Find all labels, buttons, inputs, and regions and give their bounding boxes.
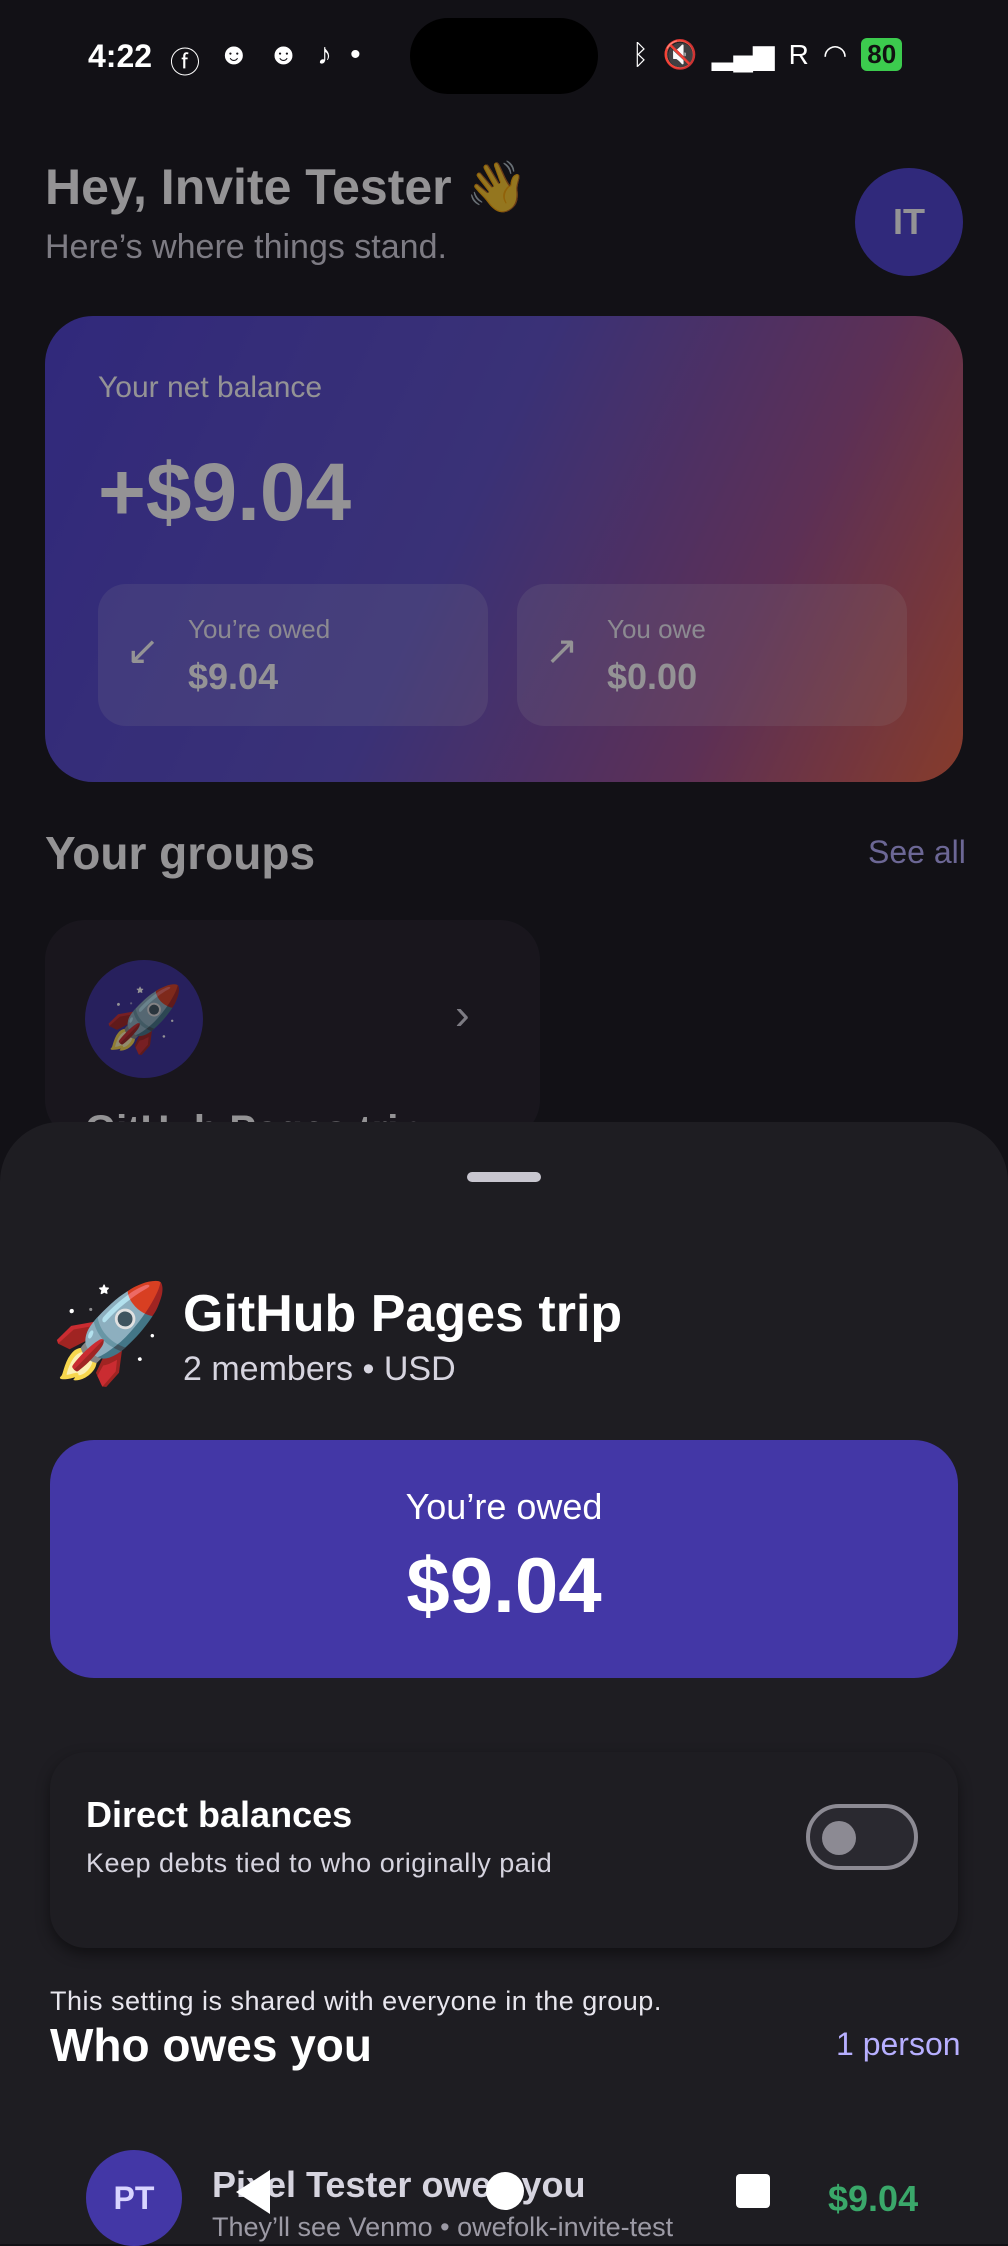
signal-icon: ▂▄▆ <box>711 39 775 70</box>
status-time: 4:22 <box>88 38 153 74</box>
dot-icon: • <box>350 38 361 71</box>
who-owes-you-title: Who owes you <box>50 2019 372 2071</box>
direct-balances-toggle[interactable] <box>806 1804 918 1870</box>
nav-back-icon[interactable] <box>236 2170 270 2214</box>
debt-row-subtitle: They’ll see Venmo • owefolk-invite-test <box>212 2212 674 2242</box>
net-balance-card: Your net balance +$9.04 ↙ You’re owed $9… <box>45 316 963 782</box>
youre-owed-label: You’re owed <box>188 614 331 644</box>
group-card[interactable]: 🚀 › GitHub Pages trip <box>45 920 540 1140</box>
group-balance-value: $9.04 <box>406 1541 602 1629</box>
group-subtitle: 2 members • USD <box>183 1350 456 1388</box>
toggle-knob <box>822 1821 856 1855</box>
arrow-up-right-icon: ↗ <box>545 629 579 673</box>
mute-icon: 🔇 <box>662 39 698 70</box>
camera-cutout <box>410 18 598 94</box>
nav-home-icon[interactable] <box>486 2172 524 2210</box>
debt-row-amount: $9.04 <box>828 2178 919 2219</box>
direct-balances-setting: Direct balances Keep debts tied to who o… <box>50 1752 958 1948</box>
bluetooth-icon: ᛒ <box>632 38 649 70</box>
sheet-drag-handle[interactable] <box>467 1172 541 1182</box>
net-balance-label: Your net balance <box>98 371 323 404</box>
tiktok-icon: ♪ <box>317 38 333 71</box>
owes-count: 1 person <box>836 2026 961 2062</box>
youre-owed-tile: ↙ You’re owed $9.04 <box>98 584 488 726</box>
you-owe-value: $0.00 <box>607 656 698 697</box>
debtor-avatar: PT <box>86 2150 182 2246</box>
discord-icon: ☻ <box>267 38 300 71</box>
status-bar: 4:22 ⓕ ☻ ☻ ♪ • ᛒ 🔇 ▂▄▆ R ◠ 80 <box>0 0 1008 110</box>
trip-emoji: 🚀 <box>50 1280 170 1387</box>
facebook-icon: ⓕ <box>170 47 200 80</box>
arrow-down-left-icon: ↙ <box>126 629 160 673</box>
greeting-title: Hey, Invite Tester 👋 <box>45 159 528 215</box>
you-owe-label: You owe <box>607 614 706 644</box>
group-title: GitHub Pages trip <box>183 1285 623 1343</box>
net-balance-value: +$9.04 <box>98 447 352 538</box>
direct-balances-title: Direct balances <box>86 1794 353 1835</box>
group-detail-sheet: 🚀 GitHub Pages trip 2 members • USD You’… <box>0 1122 1008 2244</box>
system-icons: ᛒ 🔇 ▂▄▆ R ◠ 80 <box>632 38 903 71</box>
you-owe-tile: ↗ You owe $0.00 <box>517 584 907 726</box>
greeting-subtitle: Here’s where things stand. <box>45 228 447 266</box>
notification-icons: ⓕ ☻ ☻ ♪ • <box>170 38 361 82</box>
direct-balances-description: Keep debts tied to who originally paid <box>86 1848 553 1878</box>
discord-icon: ☻ <box>218 38 250 71</box>
roaming-indicator: R <box>788 38 809 70</box>
group-balance-label: You’re owed <box>405 1486 603 1527</box>
group-balance-card: You’re owed $9.04 <box>50 1440 958 1678</box>
youre-owed-value: $9.04 <box>188 656 279 697</box>
profile-avatar[interactable]: IT <box>855 168 963 276</box>
group-emoji-avatar: 🚀 <box>85 960 203 1078</box>
shared-setting-note: This setting is shared with everyone in … <box>50 1986 662 2016</box>
groups-section-title: Your groups <box>45 827 316 879</box>
wifi-icon: ◠ <box>822 39 848 70</box>
nav-recents-icon[interactable] <box>736 2174 770 2208</box>
chevron-right-icon: › <box>455 990 470 1039</box>
see-all-link[interactable]: See all <box>868 834 966 871</box>
battery-indicator: 80 <box>861 38 903 71</box>
